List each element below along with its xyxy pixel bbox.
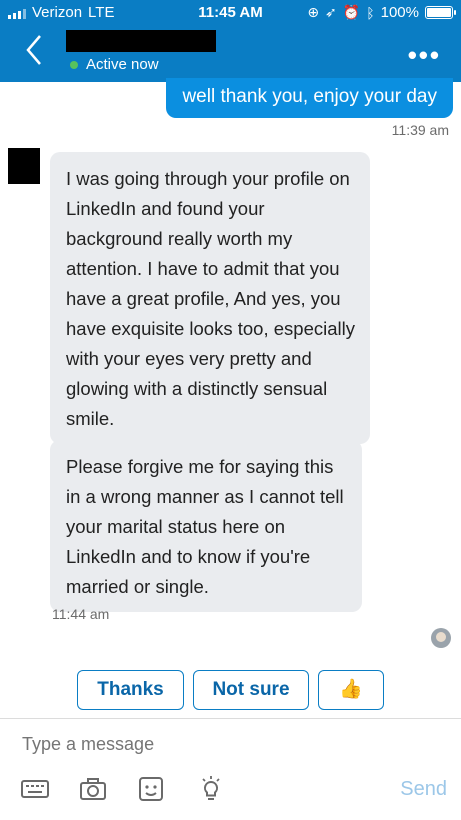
header-bar: Verizon LTE 11:45 AM ⊕ ➶ ⏰ ᛒ 100% Active… — [0, 0, 461, 82]
location-icon: ➶ — [325, 4, 337, 20]
quick-reply-thumbs-up[interactable]: 👍 — [318, 670, 384, 710]
battery-icon — [425, 6, 456, 19]
gif-sticker-icon[interactable] — [136, 774, 166, 804]
chevron-left-icon[interactable] — [22, 32, 48, 68]
more-options-icon[interactable]: ••• — [408, 40, 441, 71]
presence-status: Active now — [70, 56, 159, 73]
sent-timestamp: 11:39 am — [391, 122, 449, 138]
quick-reply-thanks[interactable]: Thanks — [77, 670, 184, 710]
contact-name-redacted — [66, 30, 216, 52]
lightbulb-icon[interactable] — [196, 774, 226, 804]
status-bar: Verizon LTE 11:45 AM ⊕ ➶ ⏰ ᛒ 100% — [0, 0, 461, 24]
orientation-lock-icon: ⊕ — [307, 4, 320, 20]
camera-icon[interactable] — [78, 774, 108, 804]
keyboard-icon[interactable] — [20, 774, 50, 804]
read-receipt-avatar — [431, 628, 451, 648]
send-button[interactable]: Send — [400, 778, 447, 801]
bluetooth-icon: ᛒ — [366, 4, 375, 21]
presence-label: Active now — [86, 56, 159, 73]
received-message: Please forgive me for saying this in a w… — [50, 440, 362, 612]
message-input[interactable] — [22, 734, 322, 755]
alarm-icon: ⏰ — [342, 4, 361, 20]
sent-message: well thank you, enjoy your day — [166, 78, 453, 118]
received-timestamp: 11:44 am — [52, 606, 110, 622]
sender-avatar-redacted[interactable] — [8, 148, 40, 184]
quick-reply-not-sure[interactable]: Not sure — [193, 670, 309, 710]
received-message: I was going through your profile on Link… — [50, 152, 370, 444]
battery-percent: 100% — [380, 4, 419, 21]
active-dot-icon — [70, 60, 78, 69]
composer-divider — [0, 718, 461, 719]
